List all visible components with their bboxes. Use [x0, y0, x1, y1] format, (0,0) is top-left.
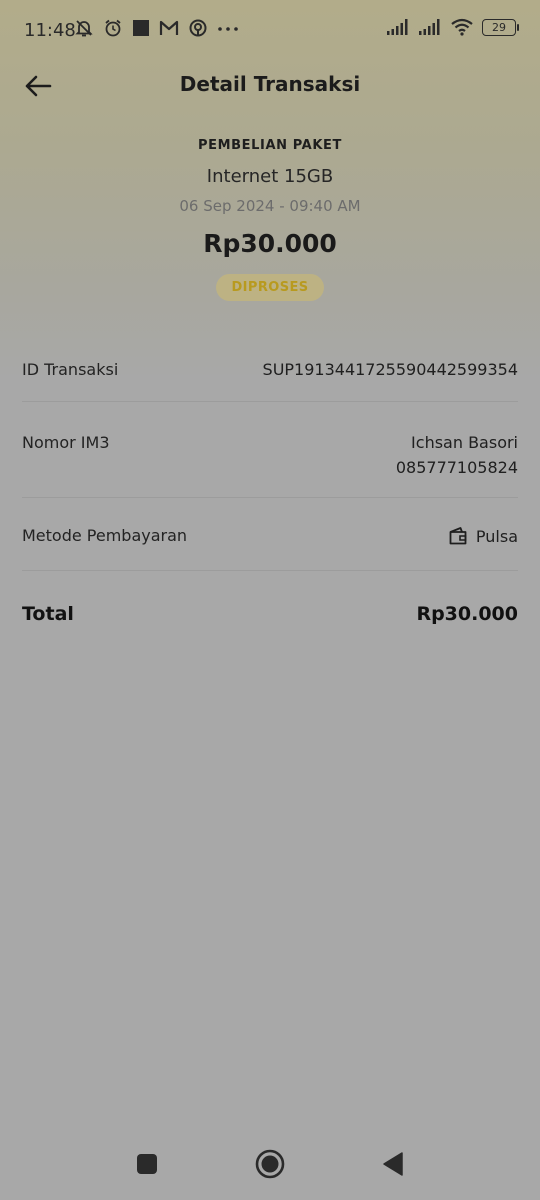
notification-icons [74, 18, 239, 38]
transaction-amount: Rp30.000 [203, 229, 337, 258]
transaction-id-value: SUP1913441725590442599354 [262, 360, 518, 379]
mute-bell-icon [75, 20, 93, 37]
account-name: Ichsan Basori [411, 433, 518, 452]
alarm-icon [105, 19, 121, 37]
system-navigation-bar [0, 1130, 540, 1200]
home-icon [255, 1149, 285, 1179]
status-time: 11:48 [24, 20, 76, 41]
back-triangle-icon [383, 1152, 403, 1176]
payment-method-label: Metode Pembayaran [22, 526, 188, 545]
more-dots-icon [218, 27, 238, 31]
phone-number-value: Ichsan Basori 085777105824 [396, 433, 518, 477]
total-value: Rp30.000 [416, 603, 518, 625]
wallet-icon [449, 527, 467, 545]
product-name: Internet 15GB [206, 166, 334, 187]
home-button[interactable] [250, 1144, 290, 1184]
status-badge: DIPROSES [216, 274, 324, 301]
system-icons: 29 [386, 18, 519, 36]
wifi-icon [451, 18, 473, 36]
transaction-details: ID Transaksi SUP1913441725590442599354 N… [22, 340, 518, 631]
payment-method-row: Metode Pembayaran Pulsa [22, 498, 518, 571]
transaction-summary: PEMBELIAN PAKET Internet 15GB 06 Sep 202… [0, 128, 540, 301]
signal-icon [387, 19, 408, 35]
recent-apps-icon [137, 1154, 157, 1174]
app-icon [189, 19, 207, 37]
transaction-id-row: ID Transaksi SUP1913441725590442599354 [22, 340, 518, 402]
total-label: Total [22, 603, 74, 625]
page-title: Detail Transaksi [179, 72, 361, 96]
phone-number-label: Nomor IM3 [22, 433, 110, 452]
app-header: Detail Transaksi [0, 62, 540, 108]
payment-method-text: Pulsa [475, 526, 518, 546]
square-icon [133, 20, 149, 36]
back-nav-button[interactable] [373, 1144, 413, 1184]
battery-icon: 29 [482, 18, 519, 36]
signal-icon [419, 19, 440, 35]
recent-apps-button[interactable] [127, 1144, 167, 1184]
status-bar: 11:48 29 [0, 0, 540, 62]
transaction-id-label: ID Transaksi [22, 360, 119, 379]
total-row: Total Rp30.000 [22, 571, 518, 631]
transaction-datetime: 06 Sep 2024 - 09:40 AM [179, 197, 361, 215]
gmail-icon [159, 20, 179, 35]
phone-number-row: Nomor IM3 Ichsan Basori 085777105824 [22, 402, 518, 498]
payment-method-value: Pulsa [448, 526, 518, 546]
transaction-category: PEMBELIAN PAKET [198, 138, 342, 153]
phone-number: 085777105824 [395, 458, 518, 477]
